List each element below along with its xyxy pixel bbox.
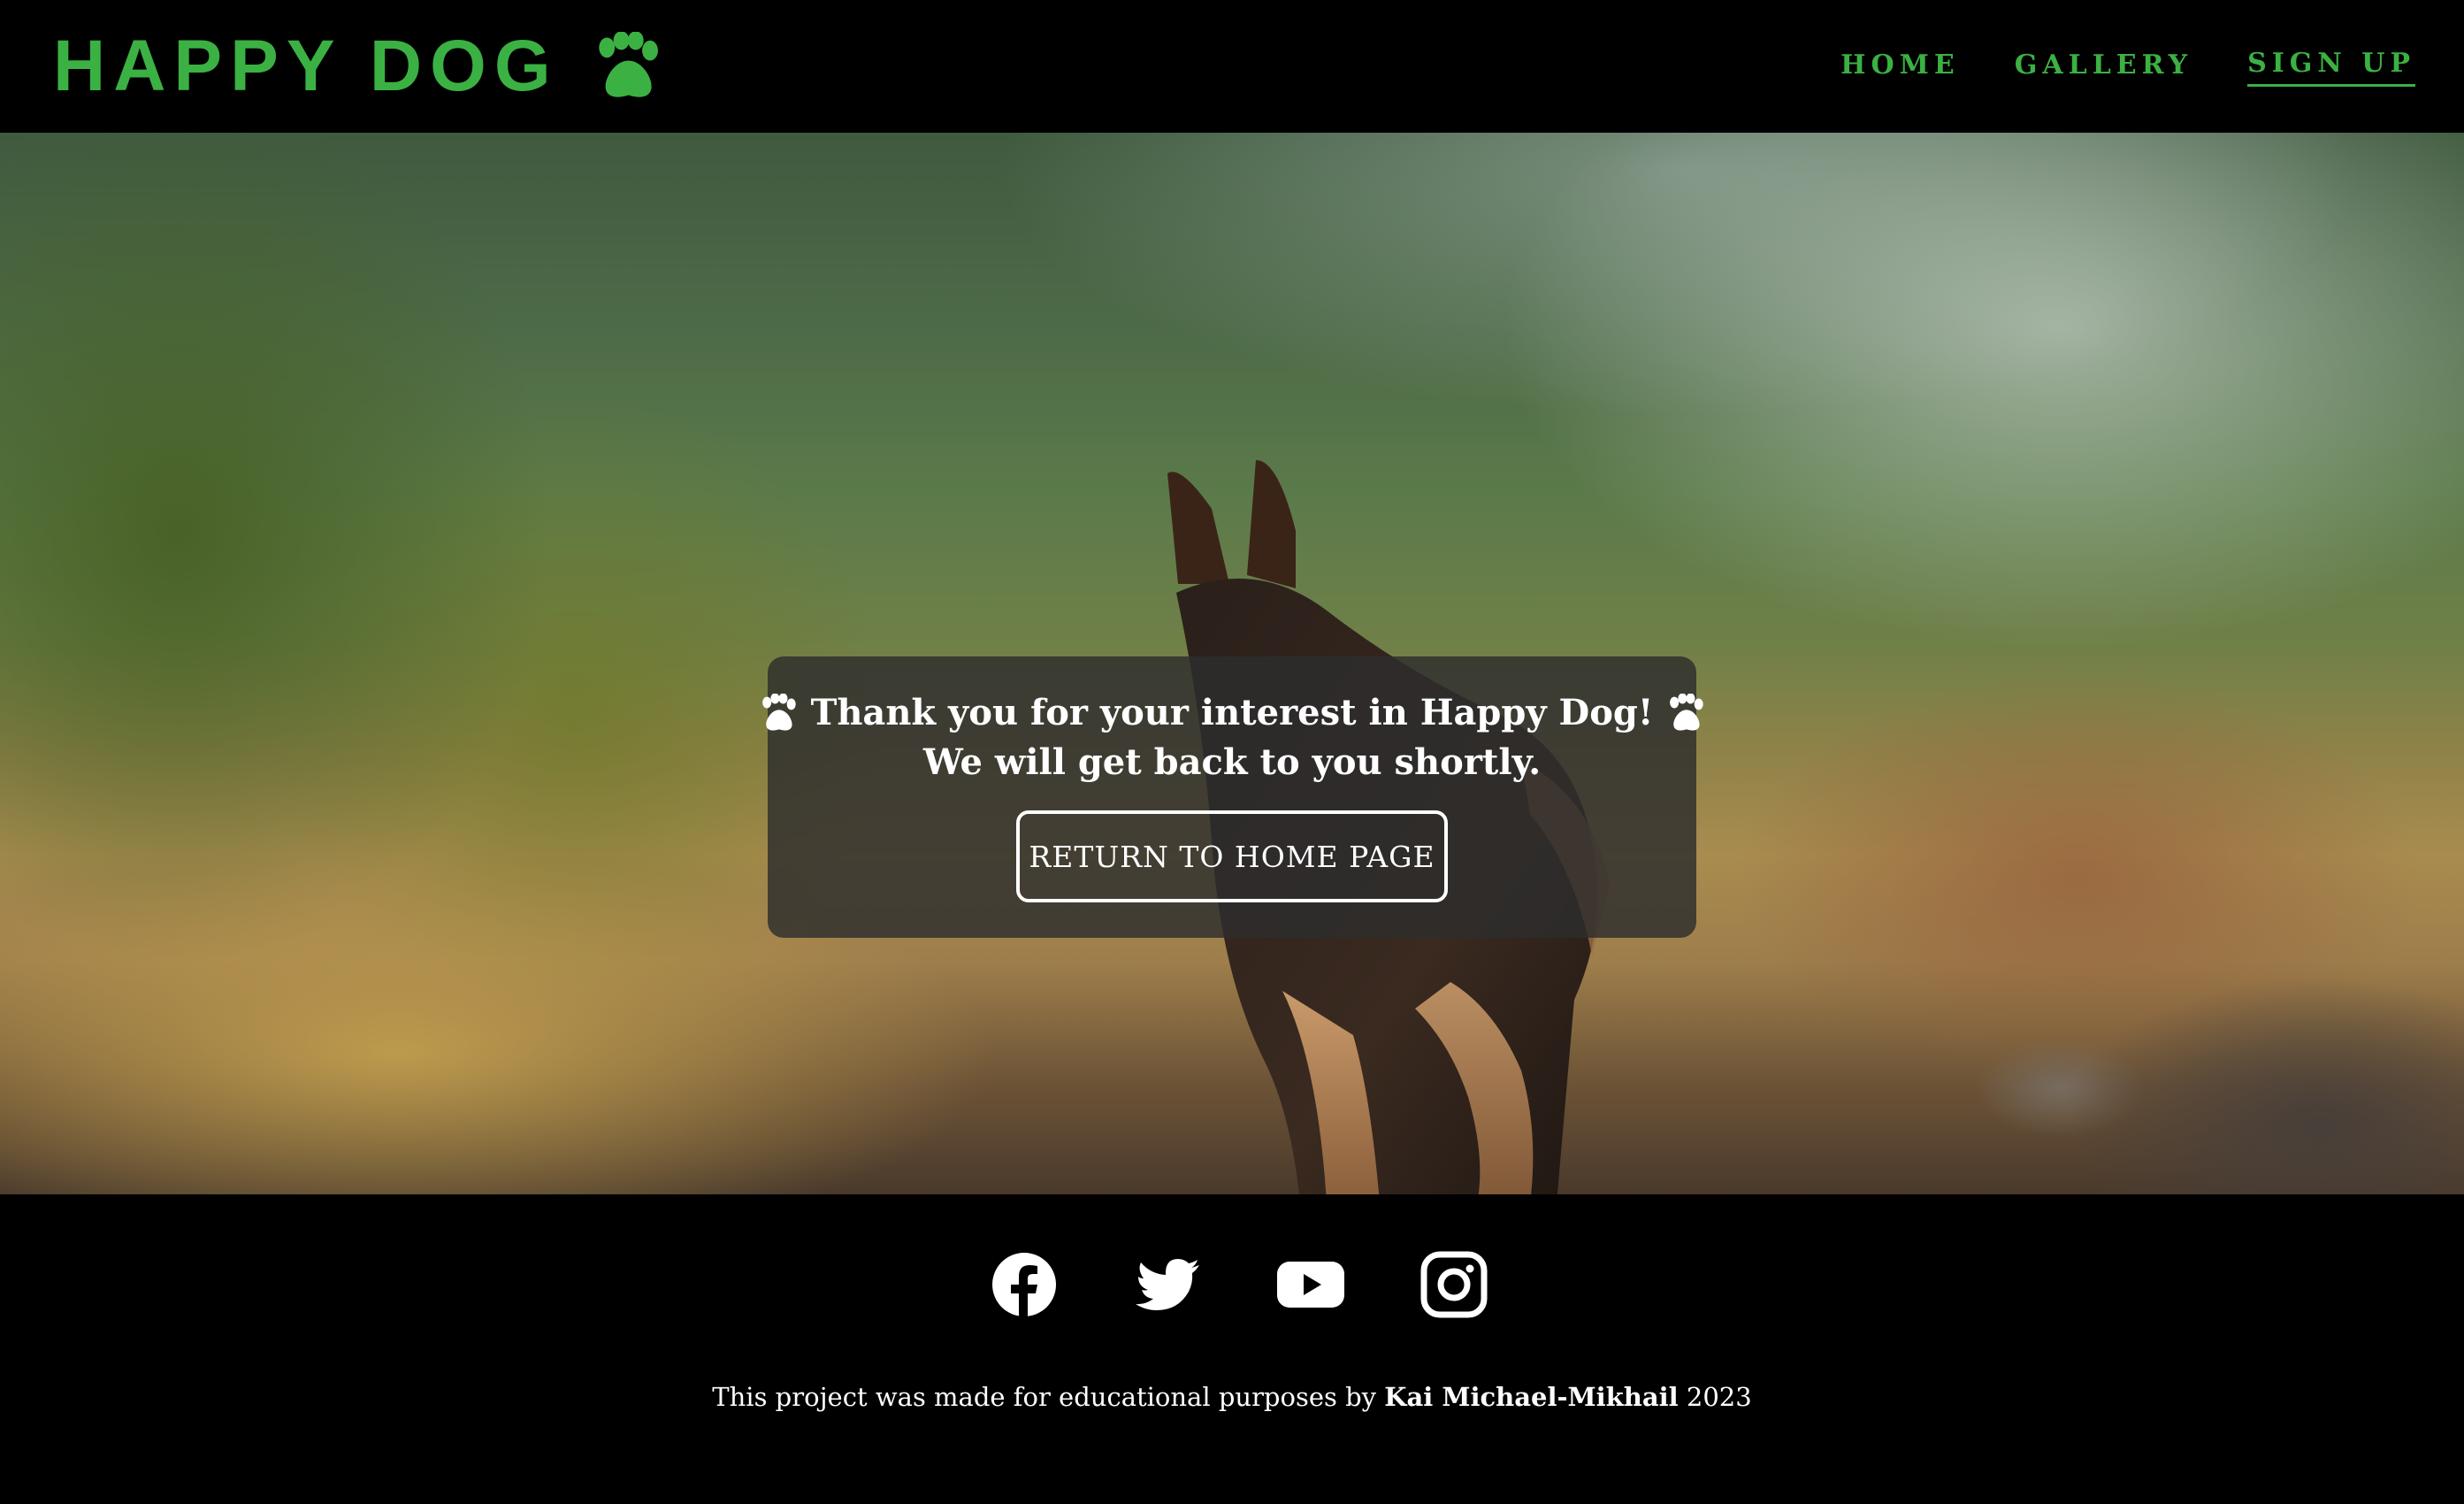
- site-header: HAPPY DOG HOME GALLERY SIGN UP: [0, 0, 2464, 133]
- youtube-icon: [1277, 1262, 1344, 1308]
- return-home-button[interactable]: RETURN TO HOME PAGE: [1016, 810, 1448, 902]
- thank-you-line: Thank you for your interest in Happy Dog…: [758, 688, 1707, 738]
- get-back-line: We will get back to you shortly.: [922, 741, 1542, 783]
- social-links: [0, 1249, 2464, 1320]
- rocks-area: [1857, 894, 2464, 1194]
- hero-background-photo: Thank you for your interest in Happy Dog…: [0, 133, 2464, 1194]
- paw-icon: [1670, 694, 1704, 731]
- credit-author: Kai Michael-Mikhail: [1384, 1382, 1679, 1412]
- credit-year: 2023: [1686, 1382, 1752, 1412]
- paw-icon: [761, 694, 796, 731]
- twitter-link[interactable]: [1132, 1249, 1203, 1320]
- instagram-icon: [1420, 1251, 1488, 1318]
- facebook-link[interactable]: [989, 1249, 1060, 1320]
- brand-logo-link[interactable]: HAPPY DOG: [53, 30, 663, 103]
- main-nav: HOME GALLERY SIGN UP: [1840, 48, 2415, 87]
- confirmation-card: Thank you for your interest in Happy Dog…: [761, 656, 1704, 938]
- youtube-link[interactable]: [1275, 1249, 1346, 1320]
- twitter-icon: [1136, 1259, 1199, 1310]
- instagram-link[interactable]: [1419, 1249, 1489, 1320]
- nav-gallery[interactable]: GALLERY: [2015, 50, 2192, 86]
- paw-icon: [598, 32, 658, 97]
- credit-prefix: This project was made for educational pu…: [712, 1382, 1377, 1412]
- brand-name: HAPPY DOG: [53, 26, 559, 106]
- facebook-icon: [992, 1253, 1056, 1318]
- nav-sign-up[interactable]: SIGN UP: [2247, 48, 2415, 87]
- thank-you-text: Thank you for your interest in Happy Dog…: [810, 692, 1654, 733]
- site-footer: This project was made for educational pu…: [0, 1194, 2464, 1504]
- nav-home[interactable]: HOME: [1840, 50, 1960, 86]
- footer-credit: This project was made for educational pu…: [0, 1382, 2464, 1412]
